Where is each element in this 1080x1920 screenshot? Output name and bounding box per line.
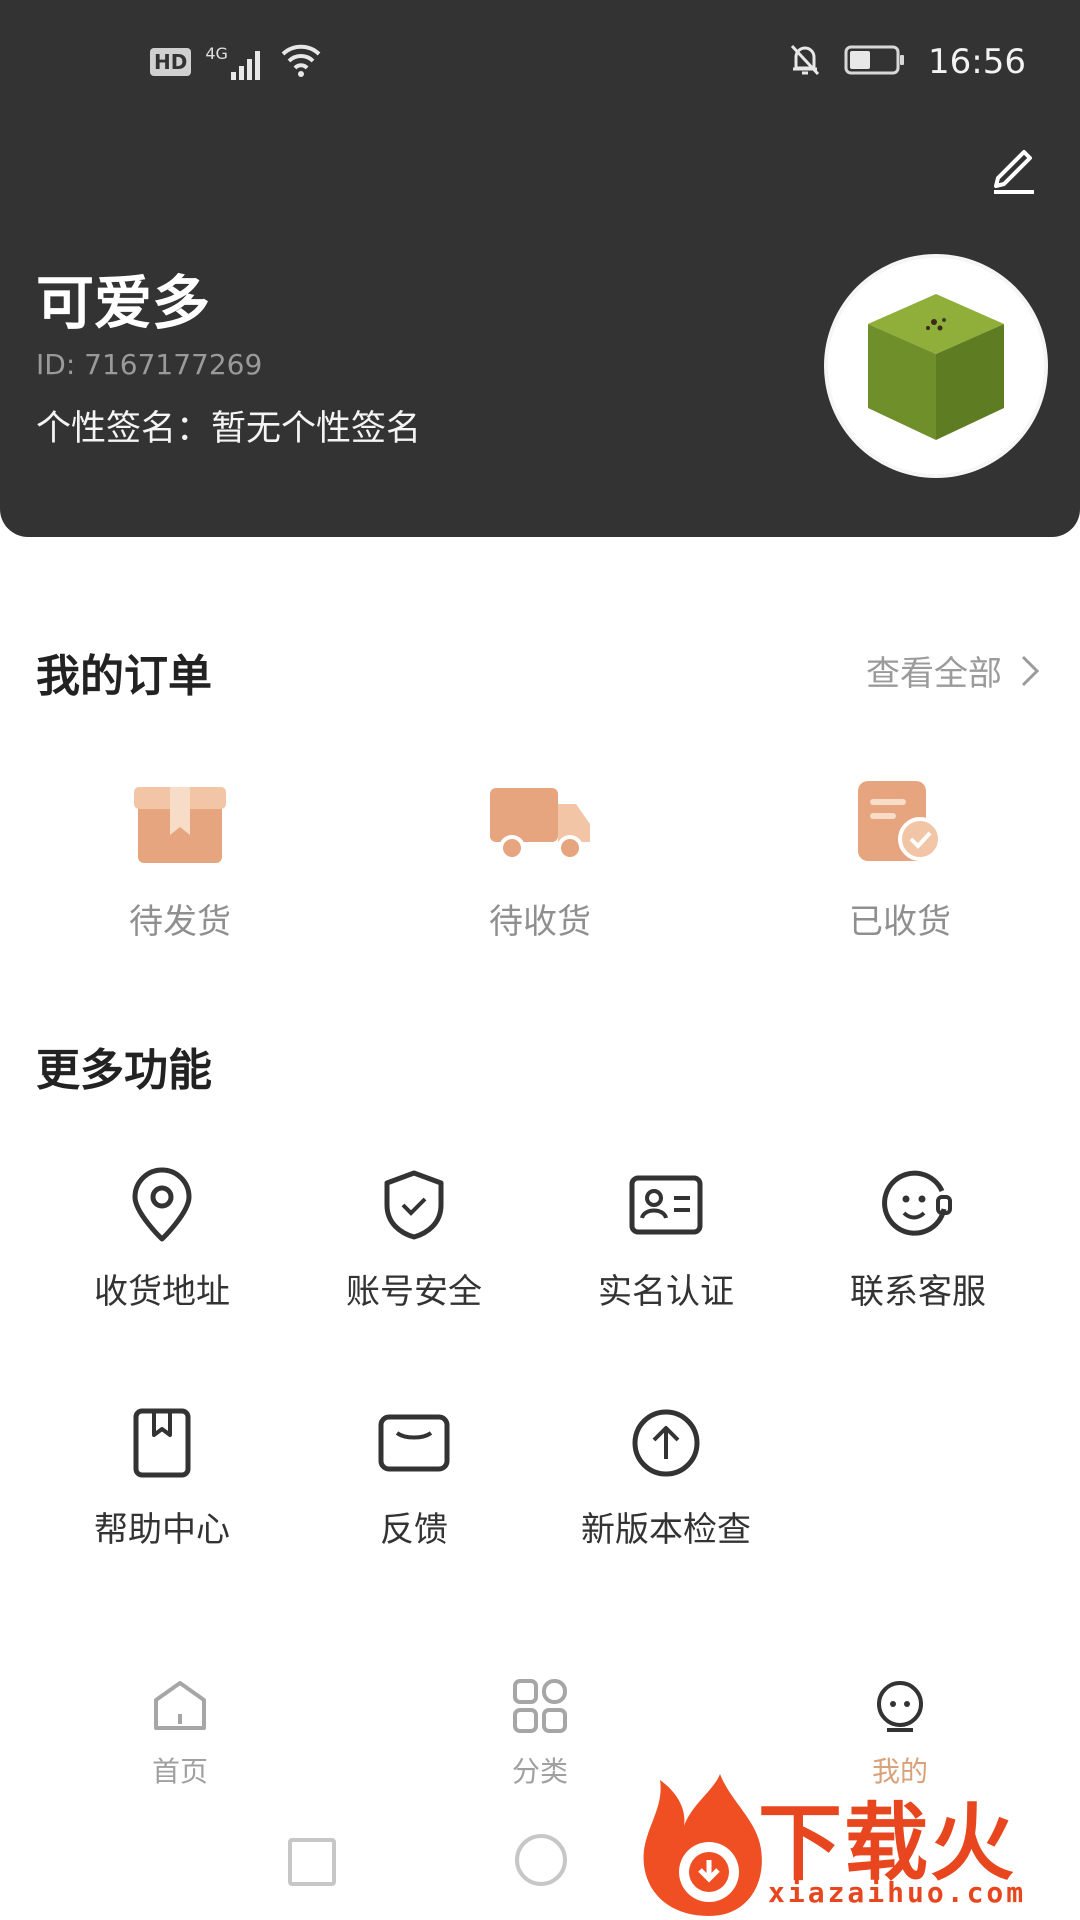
func-help-center[interactable]: 帮助中心 [36,1398,288,1578]
status-left: HD 4G [150,40,323,84]
recent-apps-button[interactable] [288,1838,336,1886]
upgrade-arrow-icon [632,1409,700,1477]
package-box-icon [134,787,226,863]
func-label: 账号安全 [346,1272,482,1312]
view-all-orders-link[interactable]: 查看全部 [866,646,1040,695]
avatar-image [828,258,1044,474]
home-icon [154,1681,206,1730]
customer-service-icon [882,1170,952,1236]
orders-section-title: 我的订单 [36,651,212,702]
shield-check-icon [384,1170,444,1240]
order-item-label: 已收货 [849,902,951,942]
location-pin-icon [132,1167,192,1242]
profile-face-icon [877,1681,923,1732]
chevron-right-icon [1021,655,1040,686]
func-shipping-address[interactable]: 收货地址 [36,1160,288,1340]
func-account-security[interactable]: 账号安全 [288,1160,540,1340]
status-right: 16:56 [788,40,1026,84]
func-customer-service[interactable]: 联系客服 [792,1160,1044,1340]
profile-header: HD 4G 16:56 可爱多 ID: 7167177269 个性签名：暂无个性… [0,0,1080,537]
func-label: 联系客服 [850,1272,986,1312]
func-real-name-verify[interactable]: 实名认证 [540,1160,792,1340]
category-grid-icon [513,1679,567,1733]
order-pending-shipment[interactable]: 待发货 [60,770,300,960]
func-label: 帮助中心 [94,1510,230,1550]
mute-bell-icon [788,42,822,82]
func-label: 反馈 [380,1510,448,1550]
more-section-title: 更多功能 [36,1045,212,1096]
id-card-icon [629,1175,703,1235]
feedback-mail-icon [378,1414,450,1472]
received-document-icon [858,781,942,861]
func-version-check[interactable]: 新版本检查 [540,1398,792,1578]
order-item-label: 待发货 [129,902,231,942]
tab-category[interactable]: 分类 [440,1674,640,1790]
watermark-url: xiazaihuo.com [768,1876,1027,1909]
order-item-label: 待收货 [489,902,591,942]
hd-badge: HD [150,48,192,76]
func-label: 收货地址 [94,1272,230,1312]
view-all-label: 查看全部 [866,654,1002,694]
status-bar: HD 4G 16:56 [0,0,1080,120]
username: 可爱多 [36,269,211,337]
help-book-icon [133,1408,191,1478]
signature-text[interactable]: 个性签名：暂无个性签名 [36,400,421,451]
avatar[interactable] [828,258,1044,474]
home-button[interactable] [515,1834,567,1886]
delivery-truck-icon [490,788,590,861]
battery-icon [844,45,906,79]
wifi-icon [279,42,323,82]
func-label: 新版本检查 [581,1510,751,1550]
tab-label: 首页 [151,1755,208,1788]
tab-home[interactable]: 首页 [80,1674,280,1790]
watermark: 下载火 xiazaihuo.com [640,1770,1080,1920]
order-received[interactable]: 已收货 [780,770,1020,960]
user-id: ID: 7167177269 [36,348,263,381]
edit-profile-button[interactable] [986,140,1042,196]
pencil-icon [994,150,1034,194]
signal-icon: 4G [205,44,265,80]
network-type-label: 4G [205,44,228,63]
order-pending-receipt[interactable]: 待收货 [420,770,660,960]
func-feedback[interactable]: 反馈 [288,1398,540,1578]
clock-time: 16:56 [928,42,1026,82]
func-label: 实名认证 [598,1272,734,1312]
tab-label: 分类 [511,1755,568,1788]
